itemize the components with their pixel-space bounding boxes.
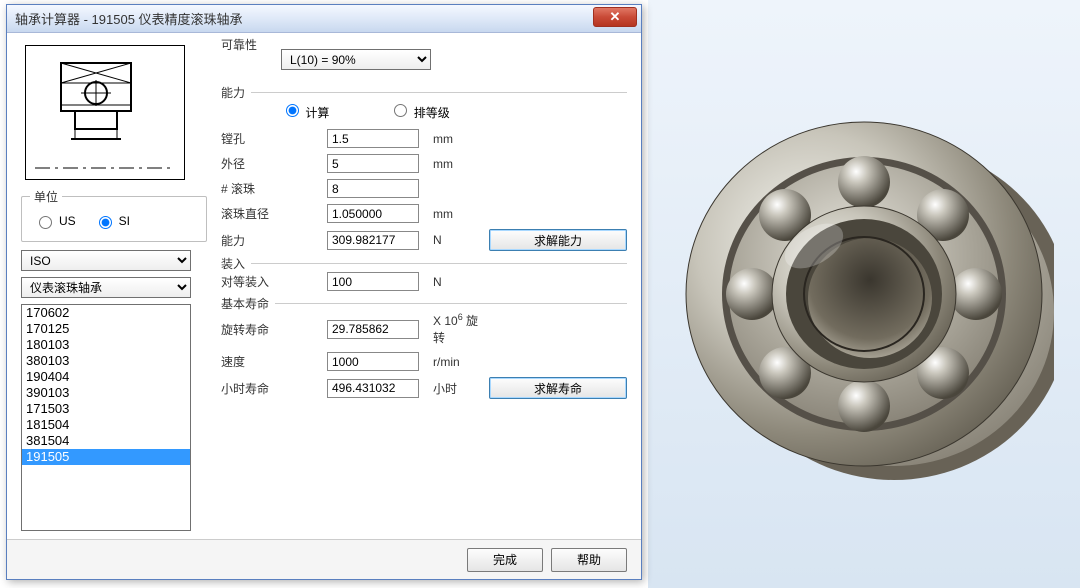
window-title: 轴承计算器 - 191505 仪表精度滚珠轴承 bbox=[15, 9, 243, 28]
capacity-input[interactable] bbox=[327, 231, 419, 250]
help-button[interactable]: 帮助 bbox=[551, 548, 627, 572]
od-label: 外径 bbox=[221, 155, 321, 172]
reliability-label: 可靠性 bbox=[221, 36, 263, 53]
equiv-unit: N bbox=[433, 275, 483, 289]
solve-capacity-button[interactable]: 求解能力 bbox=[489, 229, 627, 251]
od-input[interactable] bbox=[327, 154, 419, 173]
list-item[interactable]: 171503 bbox=[22, 401, 190, 417]
units-legend: 单位 bbox=[30, 188, 62, 205]
capacity-val-label: 能力 bbox=[221, 232, 321, 249]
speed-input[interactable] bbox=[327, 352, 419, 371]
hours-label: 小时寿命 bbox=[221, 380, 321, 397]
capacity-label: 能力 bbox=[221, 84, 251, 101]
list-item[interactable]: 380103 bbox=[22, 353, 190, 369]
balldia-label: 滚珠直径 bbox=[221, 205, 321, 222]
close-button[interactable]: ✕ bbox=[593, 7, 637, 27]
equiv-label: 对等装入 bbox=[221, 273, 321, 290]
bore-input[interactable] bbox=[327, 129, 419, 148]
loading-section: 装入 对等装入 N bbox=[221, 263, 627, 297]
speed-unit: r/min bbox=[433, 355, 483, 369]
bottom-bar: 完成 帮助 bbox=[7, 539, 641, 579]
rev-unit: X 106 旋转 bbox=[433, 312, 483, 346]
capacity-rank-radio[interactable]: 排等级 bbox=[389, 101, 449, 121]
life-section: 基本寿命 旋转寿命 X 106 旋转 速度 r/min 小时寿命 bbox=[221, 303, 627, 405]
finish-button[interactable]: 完成 bbox=[467, 548, 543, 572]
solve-life-button[interactable]: 求解寿命 bbox=[489, 377, 627, 399]
balldia-input[interactable] bbox=[327, 204, 419, 223]
unit-si-radio[interactable]: SI bbox=[94, 213, 130, 229]
od-unit: mm bbox=[433, 157, 483, 171]
bearing-listbox[interactable]: 1706021701251801033801031904043901031715… bbox=[21, 304, 191, 531]
titlebar[interactable]: 轴承计算器 - 191505 仪表精度滚珠轴承 ✕ bbox=[7, 5, 641, 33]
reliability-combo[interactable]: L(10) = 90% bbox=[281, 49, 431, 70]
unit-us-radio[interactable]: US bbox=[34, 213, 76, 229]
bearing-type-combo[interactable]: 仪表滚珠轴承 bbox=[21, 277, 191, 298]
cad-viewport[interactable] bbox=[648, 0, 1080, 588]
bearing-calculator-window: 轴承计算器 - 191505 仪表精度滚珠轴承 ✕ bbox=[6, 4, 642, 580]
speed-label: 速度 bbox=[221, 353, 321, 370]
balls-input[interactable] bbox=[327, 179, 419, 198]
bearing-schematic bbox=[25, 45, 185, 180]
rev-label: 旋转寿命 bbox=[221, 321, 321, 338]
hours-input[interactable] bbox=[327, 379, 419, 398]
loading-label: 装入 bbox=[221, 255, 251, 272]
list-item[interactable]: 170125 bbox=[22, 321, 190, 337]
list-item[interactable]: 170602 bbox=[22, 305, 190, 321]
rev-input[interactable] bbox=[327, 320, 419, 339]
list-item[interactable]: 390103 bbox=[22, 385, 190, 401]
equiv-input[interactable] bbox=[327, 272, 419, 291]
capacity-unit: N bbox=[433, 233, 483, 247]
bore-unit: mm bbox=[433, 132, 483, 146]
balls-label: # 滚珠 bbox=[221, 180, 321, 197]
life-label: 基本寿命 bbox=[221, 295, 275, 312]
reliability-section: 可靠性 L(10) = 90% bbox=[221, 45, 627, 86]
list-item[interactable]: 191505 bbox=[22, 449, 190, 465]
list-item[interactable]: 190404 bbox=[22, 369, 190, 385]
standard-combo[interactable]: ISO bbox=[21, 250, 191, 271]
bore-label: 镗孔 bbox=[221, 130, 321, 147]
capacity-section: 能力 计算 排等级 镗孔 mm bbox=[221, 92, 627, 257]
close-icon: ✕ bbox=[610, 9, 621, 25]
balldia-unit: mm bbox=[433, 207, 483, 221]
list-item[interactable]: 181504 bbox=[22, 417, 190, 433]
units-group: 单位 US SI bbox=[21, 188, 207, 242]
list-item[interactable]: 180103 bbox=[22, 337, 190, 353]
hours-unit: 小时 bbox=[433, 380, 483, 397]
bearing-3d-render bbox=[674, 84, 1054, 504]
capacity-calc-radio[interactable]: 计算 bbox=[281, 101, 329, 121]
list-item[interactable]: 381504 bbox=[22, 433, 190, 449]
